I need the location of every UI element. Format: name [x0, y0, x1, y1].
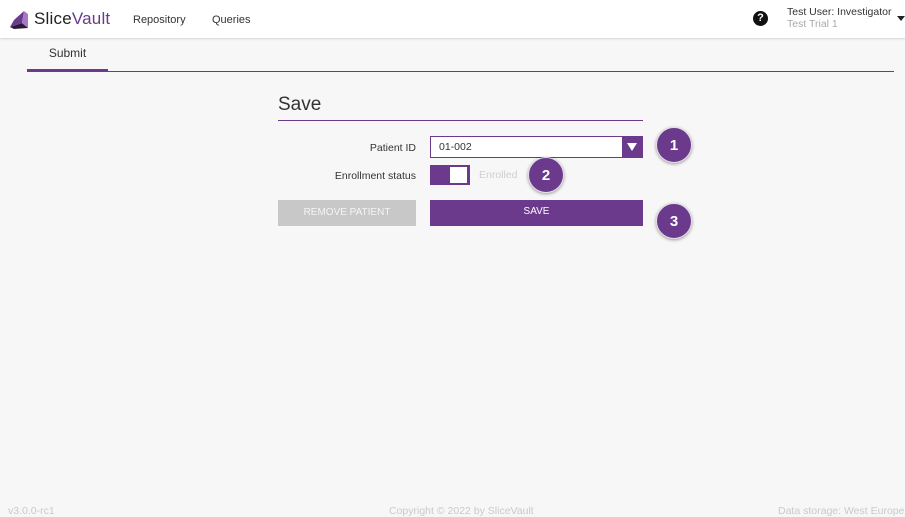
slicevault-logo-icon	[10, 11, 28, 29]
nav-repository[interactable]: Repository	[133, 14, 186, 26]
patient-id-select[interactable]: 01-002	[430, 136, 643, 158]
toggle-knob	[450, 167, 467, 183]
data-storage-text: Data storage: West Europe	[778, 505, 905, 517]
top-navbar: SliceVault Repository Queries ? Test Use…	[0, 0, 905, 38]
save-button[interactable]: SAVE	[430, 200, 643, 226]
chevron-down-icon[interactable]	[897, 16, 905, 21]
patient-id-value: 01-002	[439, 141, 472, 153]
enrollment-status-label: Enrollment status	[334, 170, 416, 182]
callout-badge-3: 3	[656, 203, 692, 239]
callout-badge-1: 1	[656, 127, 692, 163]
enrollment-toggle[interactable]	[430, 165, 470, 185]
dropdown-arrow-icon[interactable]	[622, 137, 642, 157]
app-logo[interactable]: SliceVault	[8, 8, 110, 30]
help-icon[interactable]: ?	[753, 11, 768, 26]
tab-submit[interactable]: Submit	[27, 40, 108, 71]
trial-name: Test Trial 1	[787, 18, 838, 30]
enrollment-status-text: Enrolled	[479, 169, 518, 181]
patient-id-label: Patient ID	[369, 142, 416, 154]
page-title: Save	[278, 94, 322, 115]
app-name: SliceVault	[34, 9, 111, 28]
tab-bar: Submit	[27, 40, 894, 72]
user-name: Test User: Investigator	[787, 6, 892, 18]
callout-badge-2: 2	[528, 157, 564, 193]
remove-patient-button[interactable]: REMOVE PATIENT	[278, 200, 416, 226]
title-divider	[278, 120, 643, 121]
version-text: v3.0.0-rc1	[8, 505, 55, 517]
nav-queries[interactable]: Queries	[212, 14, 251, 26]
copyright-text: Copyright © 2022 by SliceVault	[389, 505, 534, 517]
user-menu[interactable]: Test User: Investigator Test Trial 1	[787, 6, 891, 30]
